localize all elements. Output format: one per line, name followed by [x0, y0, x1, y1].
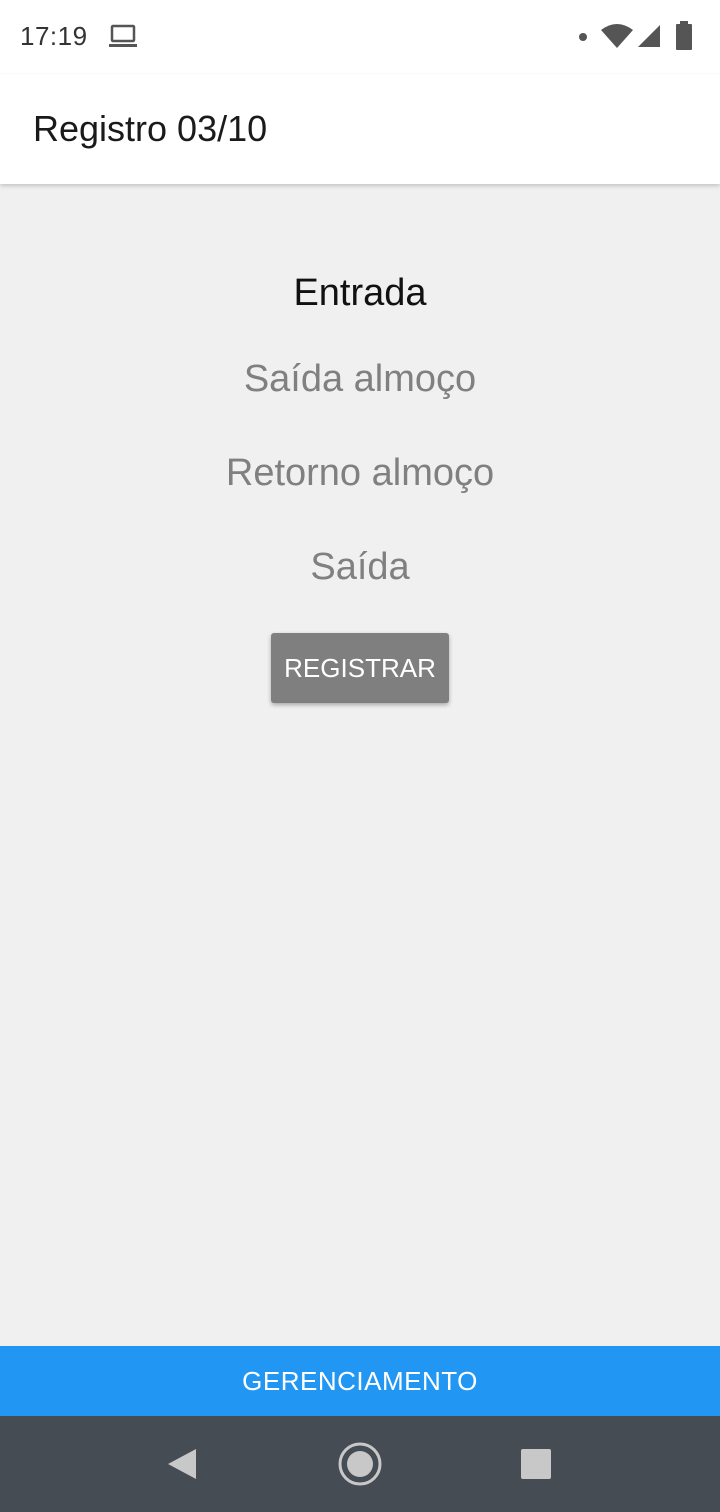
register-button[interactable]: REGISTRAR — [271, 633, 449, 703]
laptop-icon — [108, 24, 138, 55]
battery-icon — [675, 21, 693, 56]
option-saida-almoco[interactable]: Saída almoço — [0, 358, 720, 401]
option-entrada[interactable]: Entrada — [0, 272, 720, 315]
status-bar: 17:19 — [0, 0, 720, 74]
recents-icon[interactable] — [521, 1449, 551, 1484]
manage-button[interactable]: GERENCIAMENTO — [0, 1346, 720, 1416]
app-bar: Registro 03/10 — [0, 74, 720, 184]
status-time: 17:19 — [20, 21, 88, 51]
navigation-bar — [0, 1416, 720, 1512]
notification-dot-icon — [579, 33, 587, 41]
page-title: Registro 03/10 — [33, 108, 268, 149]
option-retorno-almoco[interactable]: Retorno almoço — [0, 452, 720, 495]
option-saida[interactable]: Saída — [0, 546, 720, 589]
main-content: Entrada Saída almoço Retorno almoço Saíd… — [0, 184, 720, 1346]
wifi-icon — [600, 24, 634, 55]
home-icon[interactable] — [337, 1441, 383, 1492]
back-icon[interactable] — [166, 1447, 198, 1486]
cell-signal-icon — [637, 24, 661, 53]
